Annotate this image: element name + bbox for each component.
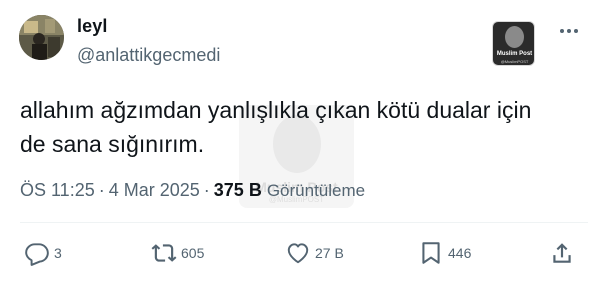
reply-icon [25, 243, 49, 266]
share-button[interactable] [549, 238, 575, 268]
like-count: 27 B [315, 245, 344, 261]
watermark-logo: Muslim Post @MuslimPOST [492, 21, 535, 66]
tweet-text-line: de sana sığınırım. [20, 131, 205, 157]
like-button[interactable]: 27 B [285, 238, 344, 268]
tweet-text: allahım ağzımdan yanlışlıkla çıkan kötü … [20, 93, 600, 161]
reply-button[interactable]: 3 [24, 238, 62, 268]
display-name[interactable]: leyl [77, 16, 107, 37]
tweet-time[interactable]: ÖS 11:25 [20, 180, 95, 201]
meta-separator: · [203, 180, 210, 200]
avatar-photo-icon [19, 15, 64, 60]
user-handle[interactable]: @anlattikgecmedi [77, 45, 220, 66]
more-dot-icon [574, 29, 578, 33]
reply-count: 3 [54, 245, 62, 261]
repost-icon [151, 244, 177, 262]
more-dot-icon [560, 29, 564, 33]
bookmark-count: 446 [448, 245, 472, 261]
watermark-subtitle: @MuslimPOST [500, 59, 529, 64]
repost-count: 605 [181, 245, 205, 261]
bookmark-button[interactable]: 446 [418, 238, 471, 268]
divider [20, 222, 588, 223]
meta-separator: · [98, 180, 105, 200]
tweet-meta: ÖS 11:25 · 4 Mar 2025 · 375 B Görüntülem… [20, 180, 365, 201]
share-icon [553, 243, 571, 263]
tweet-date[interactable]: 4 Mar 2025 [109, 180, 200, 201]
avatar[interactable] [19, 15, 64, 60]
repost-button[interactable]: 605 [151, 238, 204, 268]
more-dot-icon [567, 29, 571, 33]
views-count[interactable]: 375 B [214, 180, 262, 201]
heart-icon [287, 243, 309, 264]
watermark-face-icon [505, 26, 524, 48]
views-label[interactable]: Görüntüleme [267, 181, 365, 201]
tweet-card: leyl @anlattikgecmedi Muslim Post @Musli… [0, 0, 608, 302]
more-options-button[interactable] [556, 22, 582, 40]
bookmark-icon [422, 242, 440, 264]
tweet-text-line: allahım ağzımdan yanlışlıkla çıkan kötü … [20, 97, 532, 123]
watermark-title: Muslim Post [496, 51, 533, 57]
